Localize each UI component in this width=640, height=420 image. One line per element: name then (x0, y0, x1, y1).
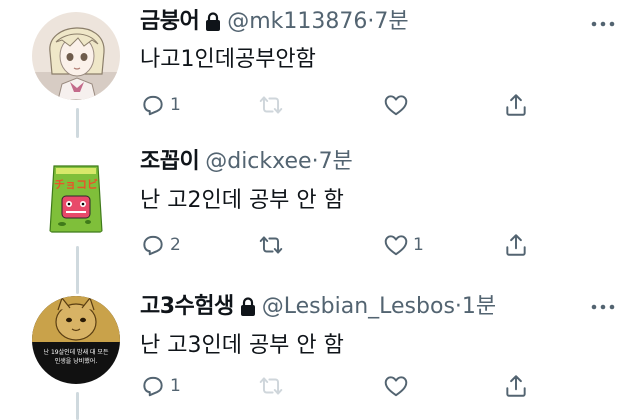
avatar-caption-line2: 인생을 낭비했어. (55, 357, 98, 365)
like-button[interactable]: 1 (383, 232, 424, 258)
retweet-button[interactable] (258, 92, 288, 118)
display-name[interactable]: 고3수험생 (140, 293, 234, 321)
more-horizontal-icon[interactable] (588, 297, 618, 317)
like-button[interactable] (383, 373, 413, 399)
user-handle[interactable]: @Lesbian_Lesbos (262, 293, 455, 321)
reply-count: 1 (170, 376, 181, 396)
tweet-text: 난 고2인데 공부 안 함 (140, 188, 344, 213)
lock-icon (240, 297, 256, 317)
reply-button[interactable]: 2 (140, 232, 181, 258)
tweet[interactable]: 금붕어 @mk113876 · 7분 나고1인데공부안함 1 (0, 0, 640, 132)
retweet-icon (259, 96, 283, 114)
retweet-button[interactable] (258, 232, 288, 258)
more-horizontal-icon[interactable] (588, 14, 618, 34)
retweet-button[interactable] (258, 373, 288, 399)
reply-button[interactable]: 1 (140, 373, 181, 399)
reply-icon (143, 235, 163, 256)
heart-icon (384, 235, 408, 256)
lock-icon (205, 12, 221, 32)
heart-icon (384, 95, 408, 116)
snack-label: チョコビ (54, 177, 98, 191)
timestamp[interactable]: 7분 (374, 8, 408, 36)
tweet-header: 금붕어 @mk113876 · 7분 (140, 8, 409, 36)
avatar[interactable]: 난 19살인데 밤새 대 모든 인생을 낭비했어. (32, 296, 120, 384)
timestamp[interactable]: 1분 (462, 293, 496, 321)
tweet-actions: 1 (0, 373, 640, 403)
display-name[interactable]: 조꼽이 (140, 148, 200, 176)
timestamp[interactable]: 7분 (319, 148, 353, 176)
reply-count: 2 (170, 235, 181, 255)
display-name[interactable]: 금붕어 (140, 8, 200, 36)
tweet-header: 조꼽이 @dickxee · 7분 (140, 148, 353, 176)
reply-icon (143, 376, 163, 397)
retweet-icon (259, 236, 283, 254)
heart-icon (384, 376, 408, 397)
reply-icon (143, 95, 163, 116)
like-button[interactable] (383, 92, 413, 118)
avatar[interactable] (32, 12, 120, 100)
reply-button[interactable]: 1 (140, 92, 181, 118)
share-icon (506, 234, 526, 256)
reply-count: 1 (170, 95, 181, 115)
share-button[interactable] (503, 92, 529, 118)
share-icon (506, 94, 526, 116)
separator-dot: · (311, 149, 319, 174)
share-button[interactable] (503, 232, 529, 258)
user-handle[interactable]: @dickxee (205, 148, 311, 176)
retweet-icon (259, 377, 283, 395)
tweet-text: 난 고3인데 공부 안 함 (140, 333, 344, 358)
separator-dot: · (454, 294, 462, 319)
avatar-caption-line1: 난 19살인데 밤새 대 모든 (44, 348, 109, 356)
tweet[interactable]: チョコビ 조꼽이 @dickxee · 7분 난 고2인데 공부 안 함 2 1 (0, 132, 640, 277)
share-icon (506, 375, 526, 397)
tweet-text: 나고1인데공부안함 (140, 47, 316, 72)
share-button[interactable] (503, 373, 529, 399)
avatar[interactable]: チョコビ (32, 152, 120, 240)
tweet-actions: 2 1 (0, 232, 640, 262)
tweet-header: 고3수험생 @Lesbian_Lesbos · 1분 (140, 293, 496, 321)
tweet-actions: 1 (0, 92, 640, 122)
like-count: 1 (413, 235, 424, 255)
user-handle[interactable]: @mk113876 (227, 8, 367, 36)
tweet[interactable]: 난 19살인데 밤새 대 모든 인생을 낭비했어. 고3수험생 @Lesbian… (0, 277, 640, 420)
separator-dot: · (367, 9, 375, 34)
